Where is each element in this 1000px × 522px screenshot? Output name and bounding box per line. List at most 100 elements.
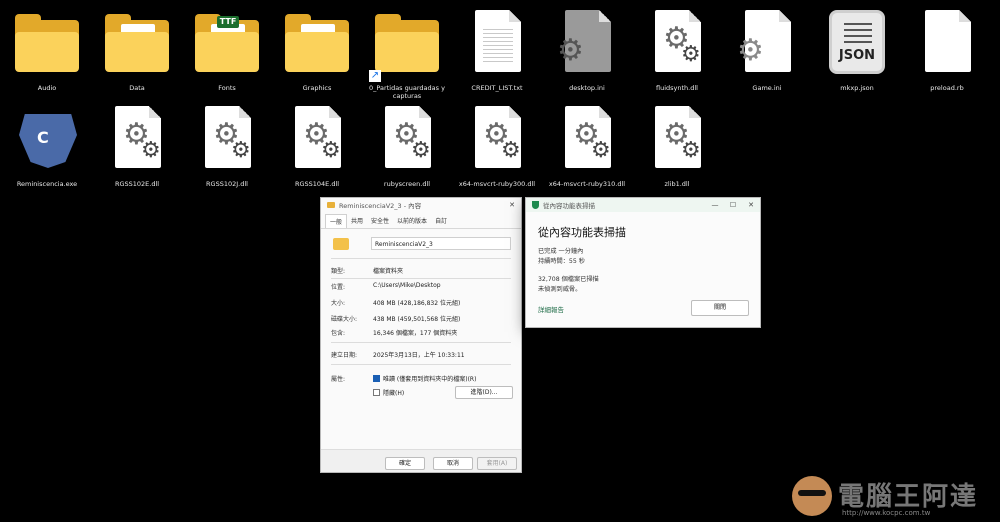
folder-icon [99,6,175,82]
readonly-label: 唯讀 (僅套用到資料夾中的檔案)(R) [383,376,477,383]
desktop-item-data[interactable]: Data [92,6,182,92]
desktop-item-reminiscencia-exe[interactable]: C Reminiscencia.exe [2,102,92,188]
maximize-button[interactable]: ☐ [724,201,742,209]
checkbox-box [373,389,380,396]
item-label: x64-msvcrt-ruby310.dll [548,180,626,188]
settings-file-icon: ⚙ [549,6,625,82]
dll-file-icon: ⚙ ⚙ [369,102,445,178]
text-file-icon [459,6,535,82]
item-label: Game.ini [752,84,782,92]
dll-file-icon: ⚙ ⚙ [549,102,625,178]
item-label: RGSS102E.dll [114,180,160,188]
location-value: C:\Users\Mike\Desktop [373,282,441,289]
desktop-item-graphics[interactable]: Graphics [272,6,362,92]
item-label: 0_Partidas guardadas y capturas [369,84,445,100]
desktop-item-audio[interactable]: Audio [2,6,92,92]
item-label: RGSS102J.dll [206,180,248,188]
tab-security[interactable]: 安全性 [367,214,393,228]
type-label: 類型: [331,268,346,275]
item-label: Fonts [218,84,236,92]
properties-dialog: ReminiscenciaV2_3 - 內容 ✕ 一般 共用 安全性 以前的版本… [320,197,522,473]
hidden-checkbox[interactable]: 隱藏(H) [373,388,404,397]
close-button[interactable]: ✕ [742,201,760,209]
scan-completed: 已完成 一分鐘內 [538,248,584,255]
dll-file-icon: ⚙ ⚙ [99,102,175,178]
folder-icon [279,6,355,82]
item-label: RGSS104E.dll [294,180,340,188]
desktop-item-saves-shortcut[interactable]: ↗ 0_Partidas guardadas y capturas [362,6,452,100]
tab-sharing[interactable]: 共用 [347,214,367,228]
folder-icon [327,202,335,208]
scan-duration: 持續時間：55 秒 [538,258,585,265]
dll-file-icon: ⚙ ⚙ [279,102,355,178]
desktop-item-rgss102e[interactable]: ⚙ ⚙ RGSS102E.dll [92,102,182,188]
item-label: mkxp.json [840,84,874,92]
size-on-disk-value: 438 MB (459,501,568 位元組) [373,316,461,323]
desktop-item-desktop-ini[interactable]: ⚙ desktop.ini [542,6,632,92]
item-label: Graphics [302,84,332,92]
properties-titlebar[interactable]: ReminiscenciaV2_3 - 內容 ✕ [321,198,521,212]
item-label: zlib1.dll [664,180,690,188]
readonly-checkbox[interactable]: 唯讀 (僅套用到資料夾中的檔案)(R) [373,374,476,383]
desktop-item-rgss102j[interactable]: ⚙ ⚙ RGSS102J.dll [182,102,272,188]
files-scanned: 32,708 個檔案已掃描 [538,276,599,283]
desktop-item-zlib1[interactable]: ⚙ ⚙ zlib1.dll [632,102,722,188]
detailed-report-link[interactable]: 詳細報告 [538,304,564,314]
dll-file-icon: ⚙ ⚙ [189,102,265,178]
hidden-label: 隱藏(H) [383,390,405,397]
advanced-button[interactable]: 進階(D)... [455,386,513,399]
type-value: 檔案資料夾 [373,268,404,275]
folder-icon [9,6,85,82]
folder-icon [333,238,349,250]
contains-label: 包含: [331,330,346,337]
json-file-icon: JSON [819,6,895,82]
item-label: fluidsynth.dll [656,84,698,92]
item-label: Audio [37,84,57,92]
desktop-item-ruby310[interactable]: ⚙ ⚙ x64-msvcrt-ruby310.dll [542,102,632,188]
desktop-item-credit-list[interactable]: CREDIT_LIST.txt [452,6,542,92]
desktop-item-game-ini[interactable]: ⚙ Game.ini [722,6,812,92]
scan-dialog: 從內容功能表掃描 — ☐ ✕ 從內容功能表掃描 已完成 一分鐘內 持續時間：55… [525,197,761,328]
shield-icon [532,201,539,209]
window-title: 從內容功能表掃描 [543,202,595,210]
desktop-item-ruby300[interactable]: ⚙ ⚙ x64-msvcrt-ruby300.dll [452,102,542,188]
json-badge: JSON [838,48,876,63]
folder-name-field[interactable]: ReminiscenciaV2_3 [371,237,511,250]
window-title: ReminiscenciaV2_3 - 內容 [339,202,422,210]
apply-button[interactable]: 套用(A) [477,457,517,470]
mascot-icon [792,476,832,516]
desktop-item-fonts[interactable]: TTF Fonts [182,6,272,92]
cancel-button[interactable]: 取消 [433,457,473,470]
watermark-url: http://www.kocpc.com.tw [842,509,931,517]
game-exe-icon: C [9,102,85,178]
ttf-badge: TTF [217,16,239,28]
threat-status: 未偵測到威脅。 [538,286,582,293]
desktop-item-fluidsynth[interactable]: ⚙ ⚙ fluidsynth.dll [632,6,722,92]
minimize-button[interactable]: — [706,201,724,209]
scan-titlebar[interactable]: 從內容功能表掃描 — ☐ ✕ [526,198,760,212]
font-folder-icon: TTF [189,6,265,82]
close-button[interactable]: ✕ [503,201,521,209]
desktop-item-rubyscreen[interactable]: ⚙ ⚙ rubyscreen.dll [362,102,452,188]
desktop-item-preload[interactable]: preload.rb [902,6,992,92]
dll-file-icon: ⚙ ⚙ [639,102,715,178]
close-dialog-button[interactable]: 關閉 [691,300,749,316]
checkbox-box [373,375,380,382]
blank-file-icon [909,6,985,82]
tab-general[interactable]: 一般 [325,214,348,228]
item-label: Reminiscencia.exe [16,180,78,188]
settings-file-icon: ⚙ [729,6,805,82]
created-label: 建立日期: [331,352,358,359]
tab-customize[interactable]: 自訂 [431,214,451,228]
ok-button[interactable]: 確定 [385,457,425,470]
item-label: desktop.ini [569,84,605,92]
scan-heading: 從內容功能表掃描 [538,226,626,239]
tab-previous-versions[interactable]: 以前的版本 [393,214,431,228]
item-label: rubyscreen.dll [383,180,431,188]
created-value: 2025年3月13日，上午 10:33:11 [373,352,465,359]
desktop-item-rgss104e[interactable]: ⚙ ⚙ RGSS104E.dll [272,102,362,188]
desktop-item-mkxp-json[interactable]: JSON mkxp.json [812,6,902,92]
watermark-text: 電腦王阿達 [838,482,979,512]
contains-value: 16,346 個檔案，177 個資料夾 [373,330,458,337]
size-on-disk-label: 磁碟大小: [331,316,358,323]
